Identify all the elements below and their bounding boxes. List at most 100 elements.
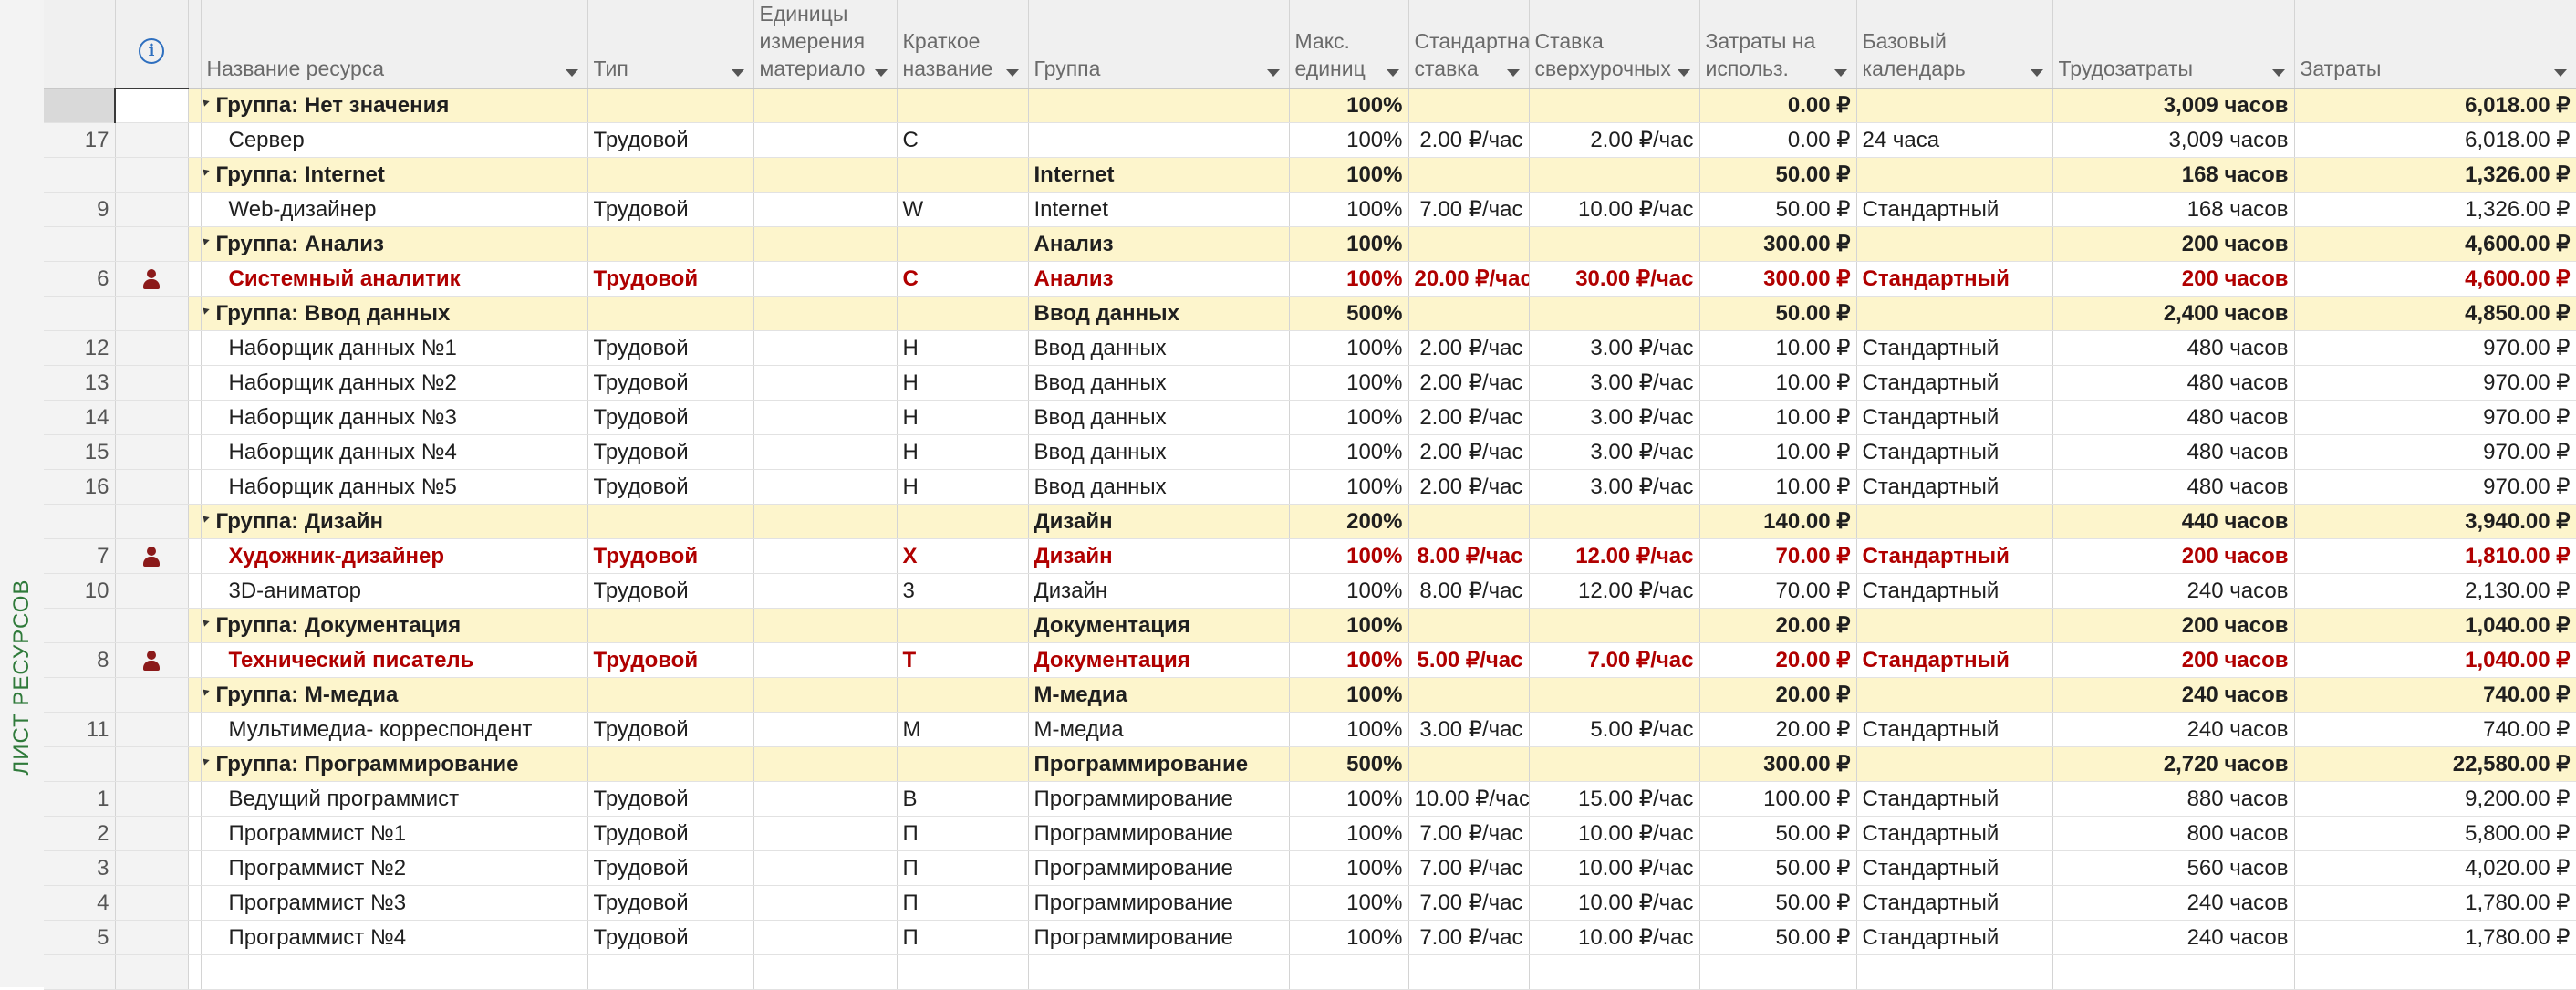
cell-short[interactable]: 3 — [897, 573, 1029, 609]
cell-group[interactable]: М-медиа — [1028, 712, 1290, 747]
cell-cpu[interactable]: 50.00 ₽ — [1699, 157, 1857, 193]
cell-name[interactable]: Наборщик данных №1 — [201, 330, 588, 366]
cell-ovt[interactable] — [1529, 157, 1700, 193]
empty-cell[interactable] — [587, 954, 754, 990]
cell-ovt[interactable] — [1529, 608, 1700, 643]
cell-cpu[interactable]: 50.00 ₽ — [1699, 192, 1857, 227]
cell-group[interactable]: Ввод данных — [1028, 400, 1290, 435]
cell-group[interactable]: Internet — [1028, 157, 1290, 193]
cell-std[interactable] — [1408, 677, 1530, 713]
cell-cost[interactable]: 3,940.00 ₽ — [2294, 504, 2576, 539]
cell-type[interactable]: Трудовой — [587, 122, 754, 158]
cell-work[interactable]: 200 часов — [2052, 261, 2295, 297]
cell-units[interactable] — [753, 400, 898, 435]
resource-row[interactable]: 2 Программист №1 Трудовой П Программирование… — [44, 816, 2576, 851]
cell-cost[interactable]: 970.00 ₽ — [2294, 469, 2576, 505]
cell-cal[interactable]: Стандартный — [1856, 192, 2053, 227]
cell-cost[interactable]: 970.00 ₽ — [2294, 434, 2576, 470]
cell-type[interactable]: Трудовой — [587, 816, 754, 851]
empty-cell[interactable] — [897, 954, 1029, 990]
cell-group[interactable]: Программирование — [1028, 746, 1290, 782]
cell-cpu[interactable]: 70.00 ₽ — [1699, 573, 1857, 609]
empty-cell[interactable] — [201, 954, 588, 990]
cell-short[interactable]: Х — [897, 538, 1029, 574]
cell-short[interactable] — [897, 608, 1029, 643]
cell-group[interactable]: Документация — [1028, 608, 1290, 643]
column-header-cal[interactable]: Базовый календарь — [1856, 0, 2053, 89]
cell-group[interactable]: Дизайн — [1028, 538, 1290, 574]
cell-name[interactable]: Наборщик данных №2 — [201, 365, 588, 401]
cell-cpu[interactable]: 10.00 ₽ — [1699, 400, 1857, 435]
cell-group[interactable]: Ввод данных — [1028, 365, 1290, 401]
cell-std[interactable]: 7.00 ₽/час — [1408, 816, 1530, 851]
resource-row[interactable]: 9 Web-дизайнер Трудовой W Internet 100% 7.00 ₽… — [44, 192, 2576, 227]
cell-short[interactable] — [897, 157, 1029, 193]
cell-type[interactable]: Трудовой — [587, 365, 754, 401]
cell-max[interactable]: 100% — [1289, 192, 1409, 227]
resource-row[interactable]: 14 Наборщик данных №3 Трудовой Н Ввод данных… — [44, 400, 2576, 435]
group-row[interactable]: Группа: Документация Документация 100% 20.0… — [44, 608, 2576, 643]
indicator-cell[interactable] — [115, 122, 189, 158]
cell-units[interactable] — [753, 816, 898, 851]
row-id[interactable]: 6 — [44, 261, 116, 297]
empty-cell[interactable] — [1856, 954, 2053, 990]
cell-cost[interactable]: 22,580.00 ₽ — [2294, 746, 2576, 782]
cell-work[interactable]: 200 часов — [2052, 642, 2295, 678]
cell-std[interactable]: 7.00 ₽/час — [1408, 885, 1530, 921]
cell-cpu[interactable]: 10.00 ₽ — [1699, 434, 1857, 470]
cell-max[interactable]: 100% — [1289, 608, 1409, 643]
cell-work[interactable]: 200 часов — [2052, 226, 2295, 262]
cell-units[interactable] — [753, 746, 898, 782]
cell-cost[interactable]: 1,810.00 ₽ — [2294, 538, 2576, 574]
group-row[interactable]: Группа: Ввод данных Ввод данных 500% 50.00 … — [44, 296, 2576, 331]
cell-cal[interactable]: 24 часа — [1856, 122, 2053, 158]
row-id[interactable]: 4 — [44, 885, 116, 921]
row-id[interactable]: 1 — [44, 781, 116, 817]
empty-cell[interactable] — [44, 954, 116, 990]
collapse-group-icon[interactable] — [201, 756, 210, 766]
cell-short[interactable]: П — [897, 920, 1029, 955]
cell-work[interactable]: 480 часов — [2052, 330, 2295, 366]
empty-cell[interactable] — [1408, 954, 1530, 990]
cell-ovt[interactable]: 3.00 ₽/час — [1529, 469, 1700, 505]
cell-type[interactable]: Трудовой — [587, 920, 754, 955]
cell-short[interactable] — [897, 226, 1029, 262]
cell-units[interactable] — [753, 504, 898, 539]
cell-name[interactable]: Наборщик данных №3 — [201, 400, 588, 435]
cell-max[interactable]: 100% — [1289, 365, 1409, 401]
cell-cal[interactable]: Стандартный — [1856, 781, 2053, 817]
cell-name[interactable]: Системный аналитик — [201, 261, 588, 297]
row-id[interactable]: 14 — [44, 400, 116, 435]
cell-std[interactable]: 2.00 ₽/час — [1408, 122, 1530, 158]
cell-ovt[interactable]: 10.00 ₽/час — [1529, 192, 1700, 227]
cell-type[interactable]: Трудовой — [587, 781, 754, 817]
row-id[interactable]: 3 — [44, 850, 116, 886]
cell-cal[interactable]: Стандартный — [1856, 920, 2053, 955]
cell-max[interactable]: 100% — [1289, 330, 1409, 366]
cell-name[interactable]: Web-дизайнер — [201, 192, 588, 227]
group-row[interactable]: Группа: Анализ Анализ 100% 300.00 ₽ 200 часо… — [44, 226, 2576, 262]
cell-cost[interactable]: 6,018.00 ₽ — [2294, 88, 2576, 123]
row-id[interactable]: 8 — [44, 642, 116, 678]
cell-cal[interactable]: Стандартный — [1856, 365, 2053, 401]
row-id[interactable]: 16 — [44, 469, 116, 505]
cell-max[interactable]: 100% — [1289, 226, 1409, 262]
cell-max[interactable]: 100% — [1289, 573, 1409, 609]
overallocated-resource-icon[interactable] — [142, 269, 161, 290]
cell-type[interactable]: Трудовой — [587, 261, 754, 297]
resource-row[interactable]: 11 Мультимедиа- корреспондент Трудовой М М-м… — [44, 712, 2576, 747]
cell-std[interactable]: 20.00 ₽/час — [1408, 261, 1530, 297]
cell-name[interactable]: Программист №4 — [201, 920, 588, 955]
cell-cal[interactable]: Стандартный — [1856, 538, 2053, 574]
cell-std[interactable]: 2.00 ₽/час — [1408, 365, 1530, 401]
indicator-cell[interactable] — [115, 434, 189, 470]
cell-cal[interactable]: Стандартный — [1856, 330, 2053, 366]
empty-cell[interactable] — [2052, 954, 2295, 990]
select-all-corner[interactable] — [44, 0, 116, 89]
cell-max[interactable]: 100% — [1289, 538, 1409, 574]
indicators-header[interactable]: i — [115, 0, 189, 89]
cell-short[interactable]: П — [897, 885, 1029, 921]
cell-short[interactable] — [897, 746, 1029, 782]
cell-max[interactable]: 100% — [1289, 885, 1409, 921]
cell-work[interactable]: 2,400 часов — [2052, 296, 2295, 331]
